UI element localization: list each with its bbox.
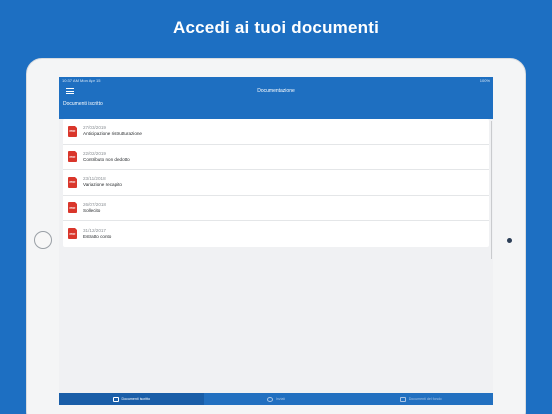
page-title: Documentazione <box>257 88 295 94</box>
front-camera <box>507 238 512 243</box>
status-time-text: 10:37 AM <box>62 78 79 83</box>
tab-documenti-iscritto[interactable]: Documenti iscritto <box>59 393 204 405</box>
document-title: Variazione recapito <box>83 182 122 188</box>
document-title: Anticipazione ristrutturazione <box>83 131 142 137</box>
send-icon <box>266 396 273 402</box>
status-date-text: Mon Apr 15 <box>80 78 101 83</box>
pdf-file-icon: PDF <box>68 125 77 137</box>
hamburger-menu-icon[interactable] <box>66 88 74 94</box>
pdf-file-icon: PDF <box>68 202 77 214</box>
tab-inviati[interactable]: Inviati <box>204 393 349 405</box>
document-title: Contributo non dedotto <box>83 156 130 162</box>
home-button <box>34 231 52 249</box>
status-bar: 10:37 AM Mon Apr 15 100% <box>59 77 493 85</box>
document-title: Estratto conto <box>83 233 112 239</box>
folder-icon <box>399 396 406 402</box>
document-item[interactable]: PDF 26/07/2018 Sollecito <box>63 196 489 221</box>
battery-indicator: 100% <box>479 78 490 83</box>
tab-label: Documenti del fondo <box>408 397 442 401</box>
pdf-file-icon: PDF <box>68 228 77 240</box>
document-title: Sollecito <box>83 207 101 213</box>
pdf-file-icon: PDF <box>68 151 77 163</box>
document-item[interactable]: PDF 22/02/2019 Contributo non dedotto <box>63 145 489 170</box>
section-title: Documenti iscritto <box>63 101 103 107</box>
tablet-frame: 10:37 AM Mon Apr 15 100% Documentazione … <box>26 58 526 414</box>
document-icon <box>112 396 119 402</box>
section-header: Documenti iscritto <box>59 97 493 119</box>
tab-label: Inviati <box>275 397 286 401</box>
app-screen: 10:37 AM Mon Apr 15 100% Documentazione … <box>59 77 493 405</box>
document-item[interactable]: PDF 27/03/2019 Anticipazione ristruttura… <box>63 119 489 145</box>
tab-bar: Documenti iscritto Inviati Documenti del… <box>59 393 493 405</box>
document-item[interactable]: PDF 23/11/2018 Variazione recapito <box>63 170 489 196</box>
tab-documenti-del-fondo[interactable]: Documenti del fondo <box>348 393 493 405</box>
status-time: 10:37 AM Mon Apr 15 <box>62 77 101 85</box>
document-list: PDF 27/03/2019 Anticipazione ristruttura… <box>63 119 489 247</box>
pdf-file-icon: PDF <box>68 176 77 188</box>
headline: Accedi ai tuoi documenti <box>173 18 379 37</box>
tab-label: Documenti iscritto <box>121 397 151 401</box>
navigation-bar: Documentazione <box>59 85 493 97</box>
scrollbar[interactable] <box>491 121 492 259</box>
document-item[interactable]: PDF 31/12/2017 Estratto conto <box>63 221 489 247</box>
